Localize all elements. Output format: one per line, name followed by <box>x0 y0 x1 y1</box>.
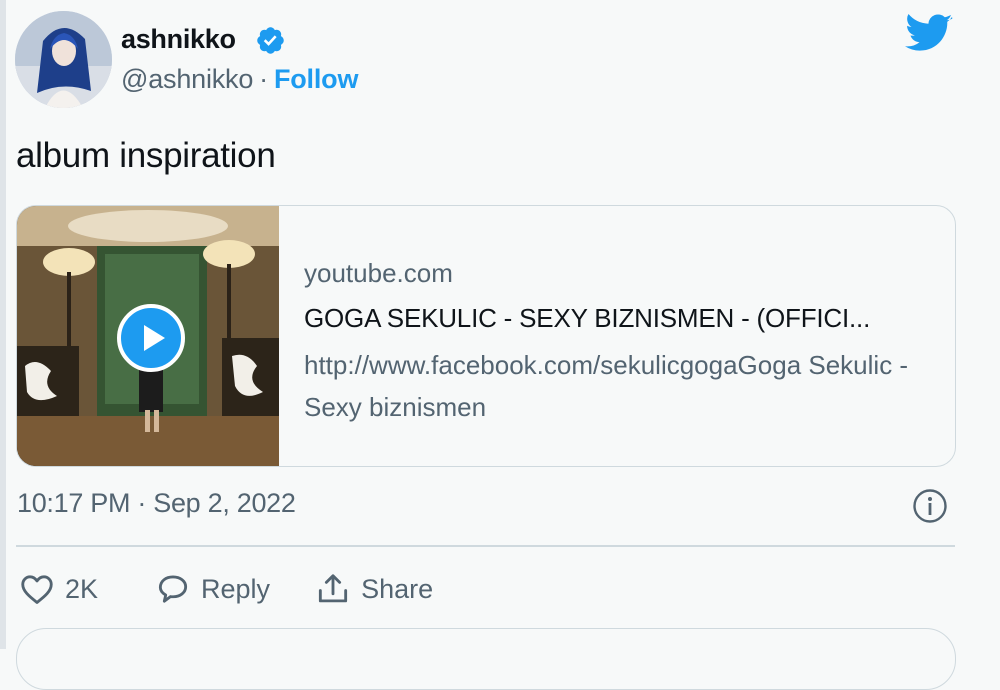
separator-dot: · <box>259 64 268 94</box>
reply-bubble-icon <box>158 575 188 603</box>
twitter-bird-icon[interactable] <box>905 14 953 54</box>
card-domain: youtube.com <box>304 258 453 288</box>
reply-label: Reply <box>201 573 271 604</box>
card-text: youtube.com GOGA SEKULIC - SEXY BIZNISME… <box>304 258 935 428</box>
heart-icon <box>21 575 53 604</box>
verified-badge-icon <box>257 27 284 54</box>
reply-button[interactable]: Reply <box>154 570 270 608</box>
tweet-timestamp[interactable]: 10:17 PM · Sep 2, 2022 <box>17 488 296 519</box>
handle-row: @ashnikko · Follow <box>121 64 358 95</box>
info-icon[interactable] <box>912 488 948 524</box>
action-bar: 2K Reply Share <box>18 567 433 611</box>
video-thumbnail[interactable] <box>17 206 279 466</box>
read-replies-button[interactable] <box>16 628 956 690</box>
like-button[interactable]: 2K <box>18 570 98 608</box>
share-icon <box>318 574 348 603</box>
card-description: http://www.facebook.com/sekulicgogaGoga … <box>304 350 909 422</box>
link-card[interactable]: youtube.com GOGA SEKULIC - SEXY BIZNISME… <box>16 205 956 467</box>
play-icon[interactable] <box>117 304 185 372</box>
avatar[interactable] <box>15 11 112 108</box>
display-name[interactable]: ashnikko <box>121 24 236 55</box>
tweet-text: album inspiration <box>16 136 276 175</box>
card-title[interactable]: GOGA SEKULIC - SEXY BIZNISMEN - (OFFICI.… <box>304 303 935 334</box>
follow-button[interactable]: Follow <box>274 64 358 94</box>
share-label: Share <box>361 573 434 604</box>
window-edge <box>0 0 6 649</box>
like-count: 2K <box>65 573 99 604</box>
divider <box>16 545 955 547</box>
user-handle[interactable]: @ashnikko <box>121 64 253 94</box>
share-button[interactable]: Share <box>314 570 433 608</box>
avatar-image <box>15 11 112 108</box>
